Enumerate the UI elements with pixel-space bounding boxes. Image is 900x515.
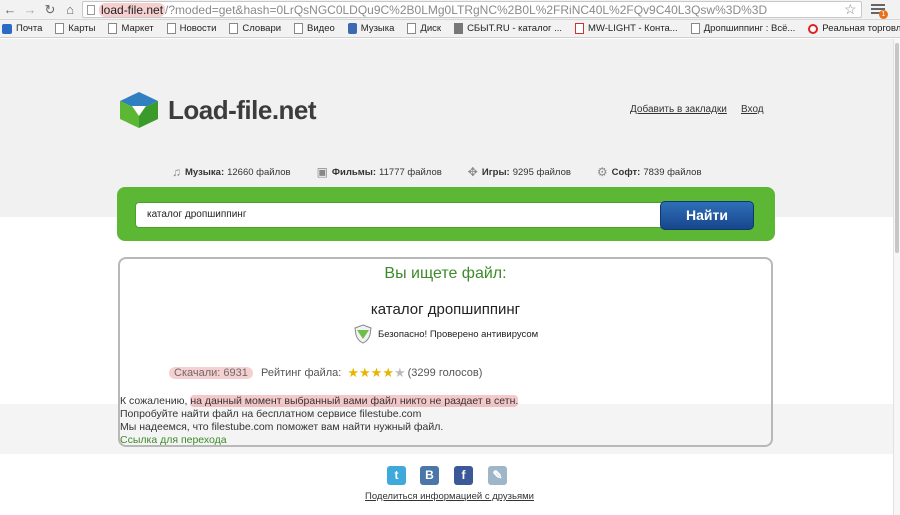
scrollbar-thumb[interactable] — [895, 43, 899, 253]
page-scrollbar[interactable] — [893, 39, 900, 515]
reload-button[interactable]: ↻ — [40, 1, 60, 19]
url-path: /?moded=get&hash=0LrQsNGC0LDQu9C%2B0LMg0… — [165, 2, 768, 17]
stat-films[interactable]: ▣ Фильмы: 11777 файлов — [317, 165, 442, 179]
page-icon — [407, 23, 417, 34]
search-button[interactable]: Найти — [660, 201, 754, 230]
filestube-suggestion: Попробуйте найти файл на бесплатном серв… — [120, 408, 422, 420]
browser-toolbar: ← → ↻ ⌂ load-file.net /?moded=get&hash=0… — [0, 0, 900, 20]
music-icon — [347, 23, 357, 34]
antivirus-text: Безопасно! Проверено антивирусом — [378, 328, 539, 340]
rating-star-icon[interactable]: ★ — [394, 366, 406, 379]
add-bookmark-link[interactable]: Добавить в закладки — [630, 104, 727, 115]
bookmark-item[interactable]: MW-LIGHT - Конта... — [575, 23, 678, 34]
livejournal-icon[interactable]: ✎ — [488, 466, 507, 485]
menu-icon[interactable]: 1 — [870, 2, 888, 19]
stat-music[interactable]: ♫ Музыка: 12660 файлов — [172, 165, 291, 179]
rating-stars[interactable]: ★ ★ ★ ★ ★ — [347, 366, 406, 379]
bookmark-item[interactable]: Реальная торговля ... — [808, 23, 900, 34]
forward-button[interactable]: → — [20, 1, 40, 19]
share-link[interactable]: Поделиться информацией с друзьями — [365, 491, 534, 502]
gamepad-icon: ✥ — [467, 165, 478, 179]
sbyt-icon — [454, 23, 464, 34]
search-panel: каталог дропшиппинг Найти — [117, 187, 775, 241]
back-button[interactable]: ← — [0, 1, 20, 19]
bookmarks-bar: Почта Карты Маркет Новости Словари Видео… — [0, 20, 900, 38]
rating-star-icon[interactable]: ★ — [359, 366, 371, 379]
page-icon — [166, 23, 176, 34]
bookmark-item[interactable]: СБЫТ.RU - каталог ... — [454, 23, 562, 34]
bookmark-item[interactable]: Новости — [166, 23, 216, 34]
page-icon — [55, 23, 65, 34]
stat-software[interactable]: ⚙ Софт: 7839 файлов — [597, 165, 702, 179]
antivirus-notice: Безопасно! Проверено антивирусом — [353, 324, 538, 344]
login-link[interactable]: Вход — [741, 104, 764, 115]
update-badge: 1 — [879, 10, 888, 19]
opera-icon — [808, 23, 819, 34]
logo-text: Load-file.net — [168, 94, 317, 125]
unavailable-message: К сожалению, на данный момент выбранный … — [120, 395, 519, 407]
bookmark-item[interactable]: Маркет — [108, 23, 154, 34]
mw-light-icon — [575, 23, 585, 34]
film-icon: ▣ — [316, 165, 328, 179]
result-title: Вы ищете файл: — [384, 265, 507, 282]
bookmark-item[interactable]: Карты — [55, 23, 95, 34]
shield-check-icon — [354, 324, 372, 344]
file-rating: Рейтинг файла: ★ ★ ★ ★ ★ (3299 голосов) — [261, 366, 483, 379]
rating-label: Рейтинг файла: — [261, 367, 342, 379]
bookmark-item[interactable]: Словари — [229, 23, 281, 34]
facebook-icon[interactable]: f — [454, 466, 473, 485]
url-host: load-file.net — [99, 2, 166, 17]
address-bar[interactable]: load-file.net /?moded=get&hash=0LrQsNGC0… — [82, 1, 862, 18]
software-icon: ⚙ — [596, 165, 608, 179]
bookmark-item[interactable]: Диск — [407, 23, 441, 34]
bookmark-item[interactable]: Почта — [2, 23, 42, 34]
site-logo[interactable]: Load-file.net — [118, 90, 317, 130]
logo-cube-icon — [120, 92, 158, 128]
vkontakte-icon[interactable]: В — [420, 466, 439, 485]
rating-star-icon[interactable]: ★ — [347, 366, 359, 379]
rating-votes: (3299 голосов) — [407, 367, 483, 379]
mail-icon — [2, 23, 12, 34]
stat-games[interactable]: ✥ Игры: 9295 файлов — [468, 165, 571, 179]
bookmark-item[interactable]: Видео — [294, 23, 335, 34]
bookmark-star-icon[interactable]: ☆ — [844, 1, 857, 18]
page-icon — [87, 4, 95, 15]
bookmark-item[interactable]: Музыка — [347, 23, 394, 34]
twitter-icon[interactable]: t — [387, 466, 406, 485]
result-query: каталог дропшиппинг — [370, 301, 521, 318]
download-count: Скачали: 6931 — [169, 367, 253, 379]
filestube-hope: Мы надеемся, что filestube.com поможет в… — [120, 421, 444, 433]
redirect-link[interactable]: Ссылка для перехода — [120, 434, 227, 446]
music-icon: ♫ — [172, 165, 181, 179]
rating-star-icon[interactable]: ★ — [382, 366, 394, 379]
search-input[interactable]: каталог дропшиппинг — [135, 202, 680, 228]
page-icon — [108, 23, 118, 34]
page-icon — [690, 23, 700, 34]
bookmark-item[interactable]: Дропшиппинг : Всё... — [690, 23, 795, 34]
catalog-stats: ♫ Музыка: 12660 файлов ▣ Фильмы: 11777 файло… — [172, 165, 728, 179]
unavailable-highlight: на данный момент выбранный вами файл ник… — [190, 395, 519, 407]
page-icon — [229, 23, 239, 34]
home-button[interactable]: ⌂ — [60, 1, 80, 19]
rating-star-icon[interactable]: ★ — [371, 366, 383, 379]
page-icon — [294, 23, 304, 34]
